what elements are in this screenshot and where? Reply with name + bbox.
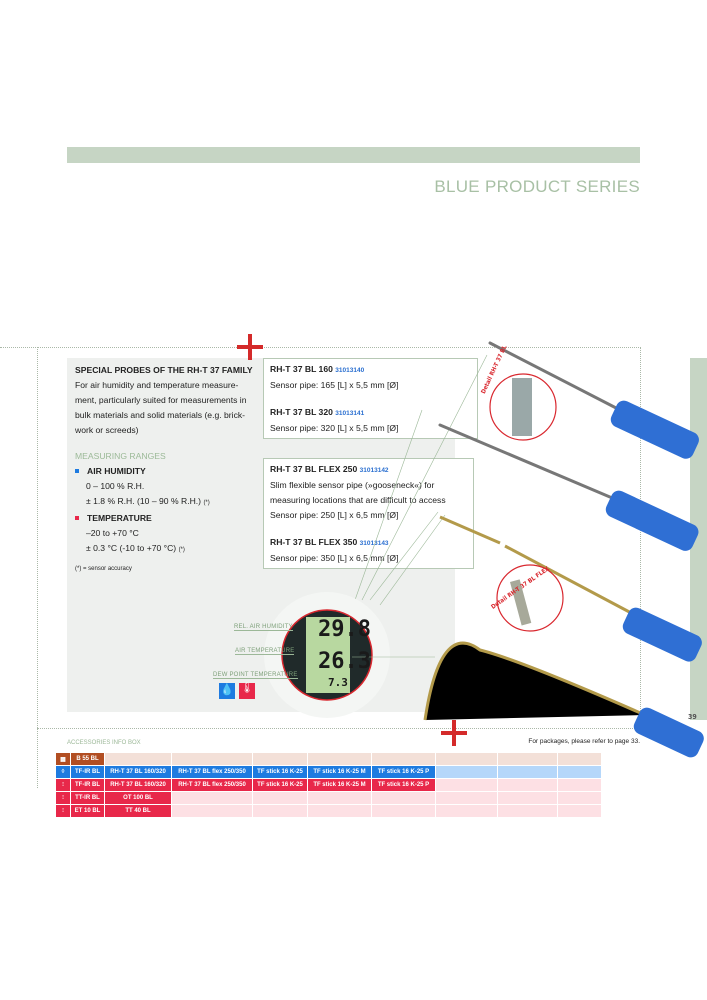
humidity-reading: 29.8: [318, 617, 371, 642]
water-drop-icon: ◊: [55, 765, 71, 779]
cell: TF-IR BL: [70, 765, 105, 779]
probe-illustration: [264, 341, 704, 758]
cell: TF-IR BL: [70, 778, 105, 792]
temperature-reading: 26.3: [318, 649, 371, 674]
thermometer-drop-icon: ⫶: [55, 791, 71, 805]
table-row: ⫶ TF-IR BL RH-T 37 BL 160/320 RH-T 37 BL fl…: [55, 778, 602, 792]
page-number: 39: [688, 713, 697, 721]
cell: OT 100 BL: [104, 791, 172, 805]
table-row: ▦ B 55 BL: [55, 752, 602, 766]
label-dew-point: DEW POINT TEMPERATURE: [213, 672, 298, 679]
thermometer-material-icon: ⫶: [55, 778, 71, 792]
cell: TF stick 16 K-25 M: [307, 778, 372, 792]
table-row: ◊ TF-IR BL RH-T 37 BL 160/320 RH-T 37 BL fl…: [55, 765, 602, 779]
cell: RH-T 37 BL flex 250/350: [171, 765, 253, 779]
table-row: ⫶ ET 10 BL TT 40 BL: [55, 804, 602, 818]
cell: TT-IR BL: [70, 791, 105, 805]
cell: TF stick 16 K-25 P: [371, 778, 436, 792]
cell: ET 10 BL: [70, 804, 105, 818]
accessories-title: ACCESSORIES INFO BOX: [67, 740, 141, 746]
packages-note: For packages, please refer to page 33.: [528, 738, 640, 745]
thermometer-icon: 🌡: [239, 683, 255, 699]
cell: TF stick 16 K-25: [252, 765, 308, 779]
label-rel-air-humidity: REL. AIR HUMIDITY: [234, 624, 293, 631]
dewpoint-reading: 7.3: [328, 676, 348, 689]
brick-wall-icon: ▦: [55, 752, 71, 766]
cell: RH-T 37 BL 160/320: [104, 778, 172, 792]
cell: TF stick 16 K-25: [252, 778, 308, 792]
thermometer-ground-icon: ⫶: [55, 804, 71, 818]
cell: TF stick 16 K-25 M: [307, 765, 372, 779]
cell: B 55 BL: [70, 752, 105, 766]
cell: RH-T 37 BL flex 250/350: [171, 778, 253, 792]
cell: RH-T 37 BL 160/320: [104, 765, 172, 779]
cell: TT 40 BL: [104, 804, 172, 818]
table-row: ⫶ TT-IR BL OT 100 BL: [55, 791, 602, 805]
water-drop-icon: 💧: [219, 683, 235, 699]
label-air-temperature: AIR TEMPERATURE: [235, 648, 295, 655]
cell: TF stick 16 K-25 P: [371, 765, 436, 779]
accessories-table: ▦ B 55 BL ◊ TF-IR BL RH-T 37 BL 160/320 RH-T…: [55, 752, 602, 818]
